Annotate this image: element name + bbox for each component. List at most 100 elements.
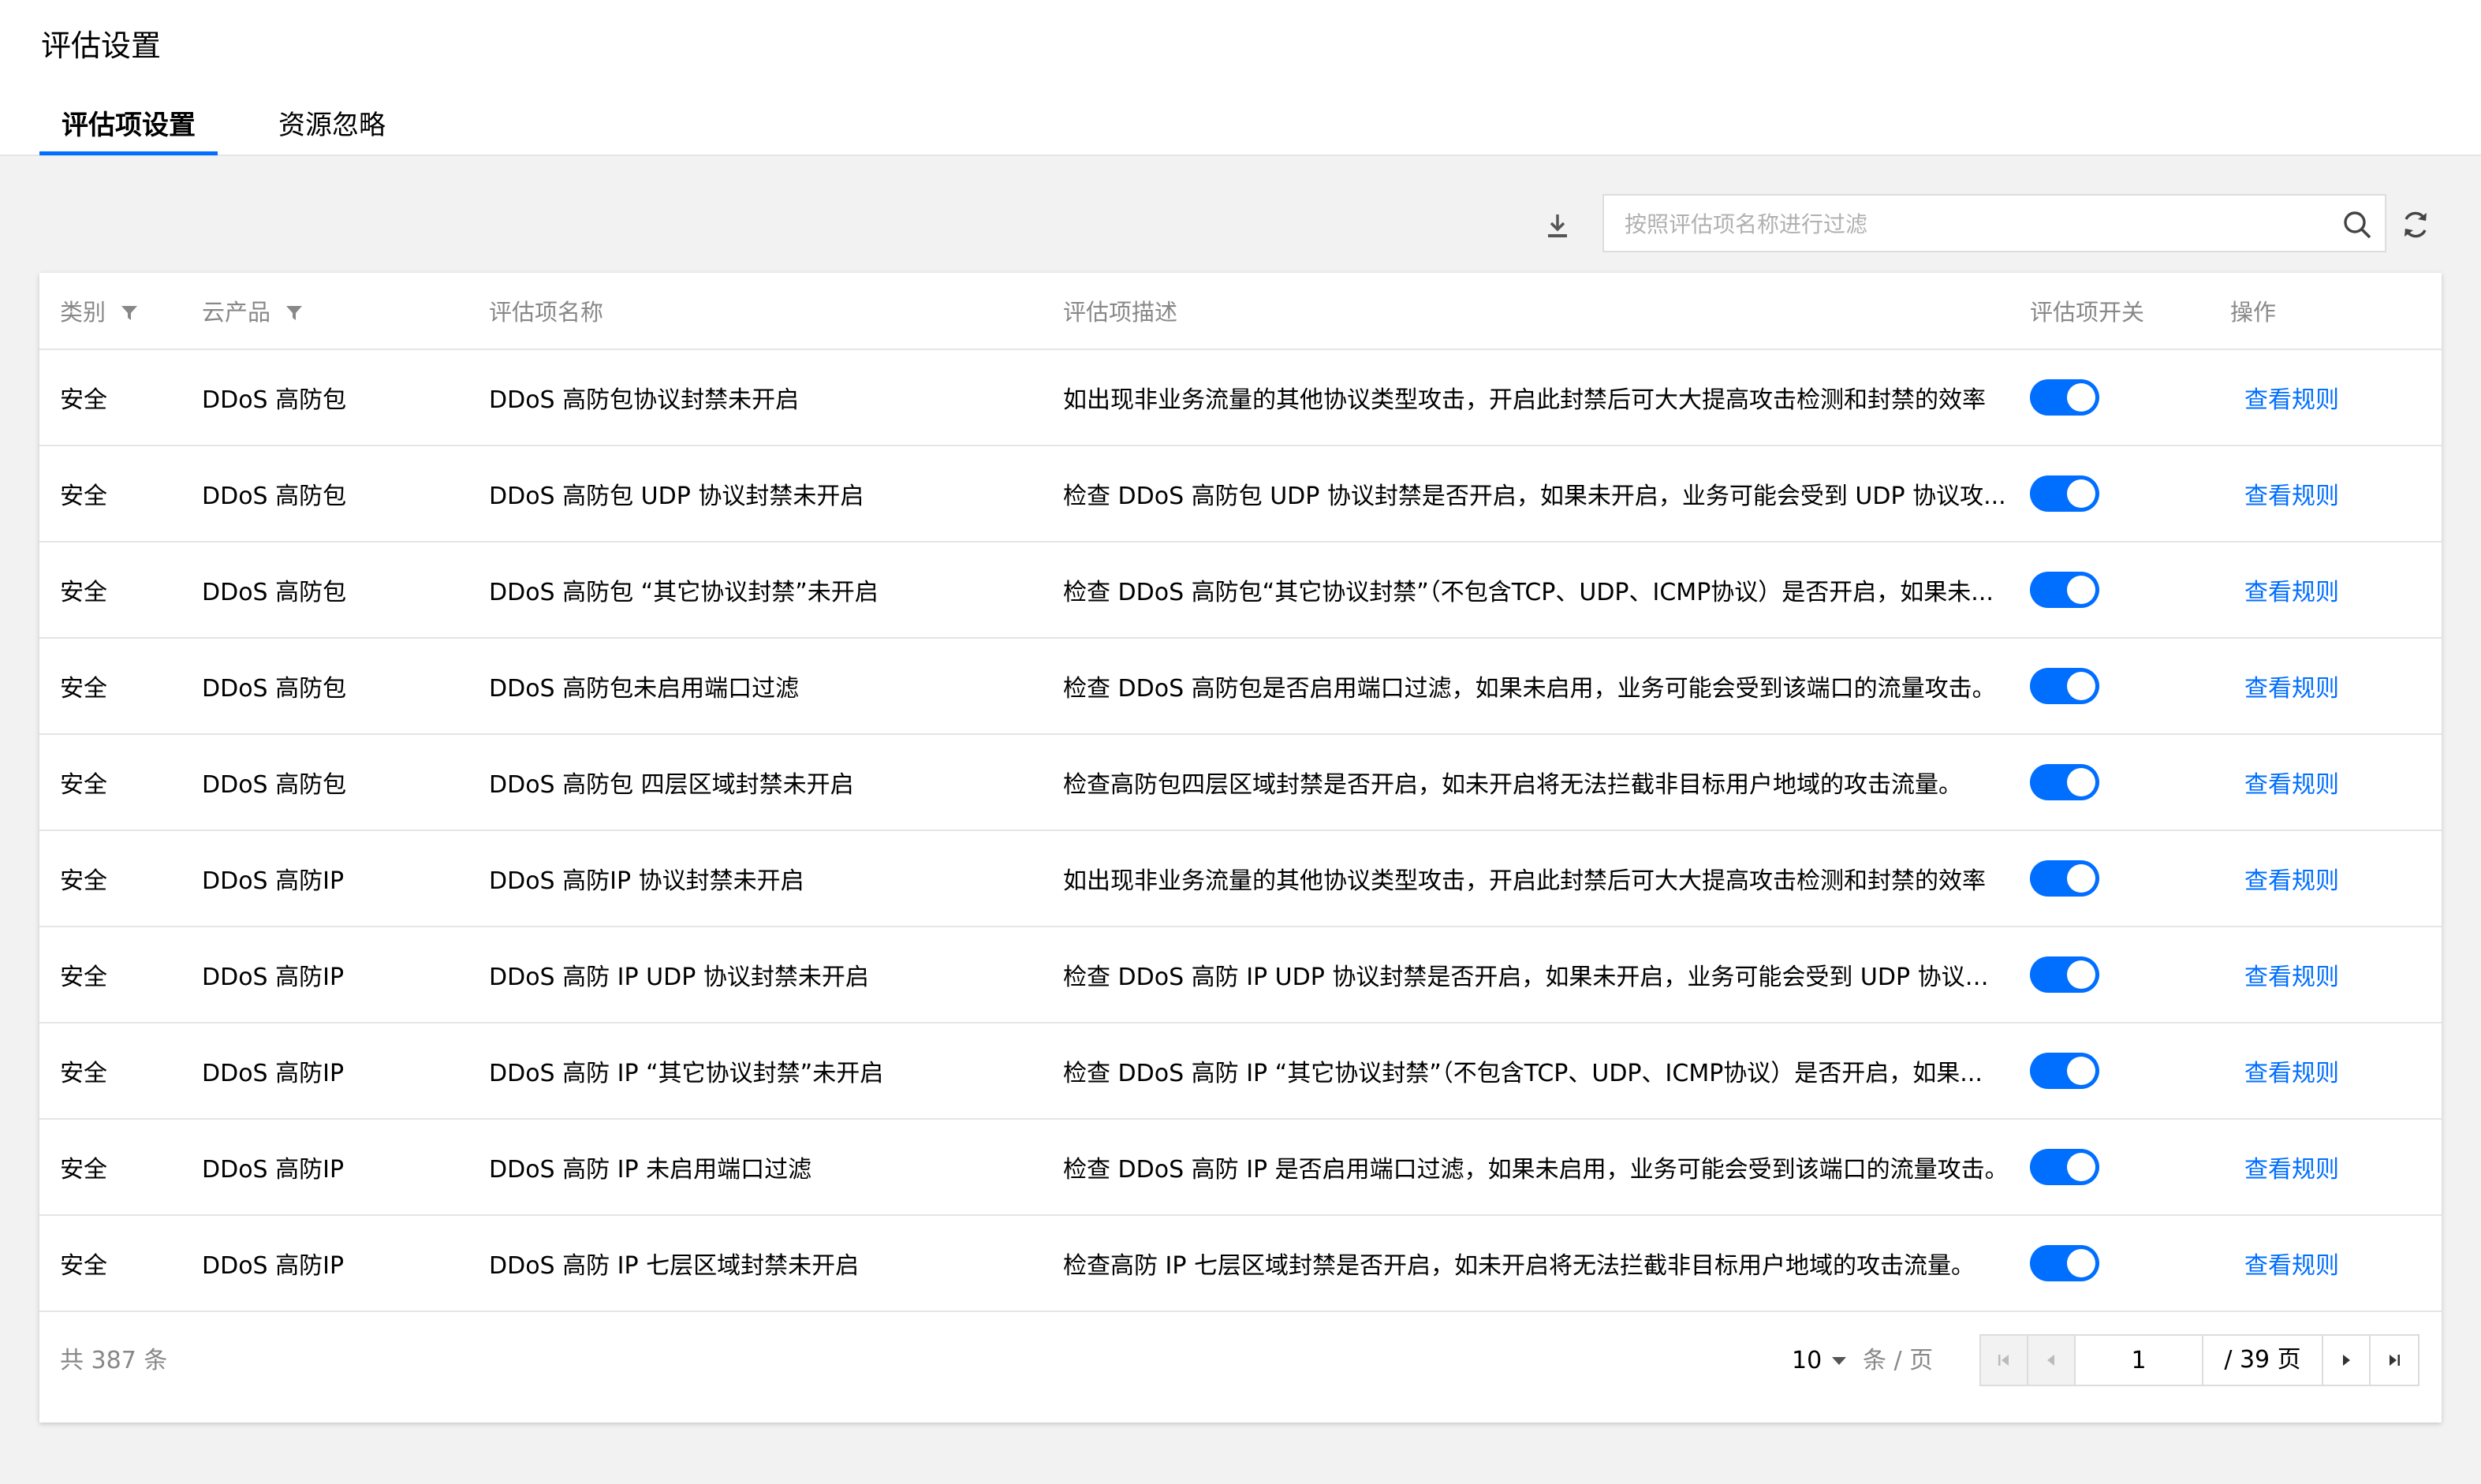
assessment-toggle[interactable] xyxy=(2030,1245,2099,1281)
assessment-toggle[interactable] xyxy=(2030,860,2099,897)
cell-description: 检查 DDoS 高防 IP “其它协议封禁”（不包含TCP、UDP、ICMP协议… xyxy=(1043,1023,2009,1120)
column-header-product[interactable]: 云产品 xyxy=(181,273,468,350)
toggle-knob xyxy=(2067,1249,2095,1277)
assessment-toggle[interactable] xyxy=(2030,1149,2099,1185)
first-page-icon[interactable] xyxy=(1981,1336,2028,1385)
toggle-knob xyxy=(2067,1057,2095,1085)
view-rule-link[interactable]: 查看规则 xyxy=(2244,964,2339,991)
last-page-icon[interactable] xyxy=(2371,1336,2418,1385)
cell-product: DDoS 高防包 xyxy=(181,542,468,639)
table-row: 安全 DDoS 高防包 DDoS 高防包 四层区域封禁未开启 检查高防包四层区域… xyxy=(39,734,2442,831)
cell-action: 查看规则 xyxy=(2210,927,2442,1024)
cell-category: 安全 xyxy=(39,830,181,927)
column-header-description: 评估项描述 xyxy=(1043,273,2009,350)
view-rule-link[interactable]: 查看规则 xyxy=(2244,1156,2339,1184)
page-size-select[interactable]: 10 xyxy=(1792,1314,1847,1408)
toggle-knob xyxy=(2067,960,2095,989)
view-rule-link[interactable]: 查看规则 xyxy=(2244,386,2339,414)
cell-category: 安全 xyxy=(39,446,181,543)
assessment-toggle[interactable] xyxy=(2030,475,2099,512)
filter-icon[interactable] xyxy=(121,300,138,327)
view-rule-link[interactable]: 查看规则 xyxy=(2244,867,2339,895)
prev-page-icon[interactable] xyxy=(2028,1336,2076,1385)
cell-switch xyxy=(2009,927,2210,1024)
cell-name: DDoS 高防 IP 未启用端口过滤 xyxy=(468,1119,1043,1216)
table-row: 安全 DDoS 高防包 DDoS 高防包 UDP 协议封禁未开启 检查 DDoS… xyxy=(39,446,2442,543)
cell-description: 检查高防包四层区域封禁是否开启，如未开启将无法拦截非目标用户地域的攻击流量。 xyxy=(1043,734,2009,831)
view-rule-link[interactable]: 查看规则 xyxy=(2244,675,2339,703)
filter-icon[interactable] xyxy=(285,300,303,327)
search-box xyxy=(1602,194,2386,252)
assessment-toggle[interactable] xyxy=(2030,764,2099,800)
column-header-name: 评估项名称 xyxy=(468,273,1043,350)
page-number-input[interactable] xyxy=(2076,1336,2203,1385)
assessment-toggle[interactable] xyxy=(2030,1053,2099,1089)
tab-assessment-settings[interactable]: 评估项设置 xyxy=(39,106,218,155)
cell-name: DDoS 高防包 UDP 协议封禁未开启 xyxy=(468,446,1043,543)
pagination-bar: 共 387 条 10 条 / 页 / 39 页 xyxy=(39,1314,2442,1408)
search-icon[interactable] xyxy=(2341,208,2374,241)
cell-product: DDoS 高防IP xyxy=(181,830,468,927)
cell-category: 安全 xyxy=(39,927,181,1024)
cell-category: 安全 xyxy=(39,1215,181,1312)
table-row: 安全 DDoS 高防IP DDoS 高防IP 协议封禁未开启 如出现非业务流量的… xyxy=(39,830,2442,927)
table-row: 安全 DDoS 高防包 DDoS 高防包协议封禁未开启 如出现非业务流量的其他协… xyxy=(39,349,2442,446)
cell-switch xyxy=(2009,446,2210,543)
cell-description: 如出现非业务流量的其他协议类型攻击，开启此封禁后可大大提高攻击检测和封禁的效率 xyxy=(1043,349,2009,446)
table-row: 安全 DDoS 高防包 DDoS 高防包 “其它协议封禁”未开启 检查 DDoS… xyxy=(39,542,2442,639)
column-header-label: 类别 xyxy=(60,299,106,326)
cell-product: DDoS 高防IP xyxy=(181,1023,468,1120)
tab-resource-ignore[interactable]: 资源忽略 xyxy=(273,106,391,153)
cell-product: DDoS 高防包 xyxy=(181,349,468,446)
assessment-toggle[interactable] xyxy=(2030,379,2099,416)
cell-name: DDoS 高防包未启用端口过滤 xyxy=(468,638,1043,735)
refresh-icon[interactable] xyxy=(2397,207,2434,243)
view-rule-link[interactable]: 查看规则 xyxy=(2244,1060,2339,1087)
view-rule-link[interactable]: 查看规则 xyxy=(2244,1252,2339,1280)
assessment-table-card: 类别 云产品 评估项名称 评估项描述 评估项开关 操作 安全 DDoS 高防包 … xyxy=(39,273,2442,1422)
cell-name: DDoS 高防包 四层区域封禁未开启 xyxy=(468,734,1043,831)
cell-switch xyxy=(2009,830,2210,927)
search-input[interactable] xyxy=(1623,205,2320,243)
cell-switch xyxy=(2009,734,2210,831)
cell-description: 检查高防 IP 七层区域封禁是否开启，如未开启将无法拦截非目标用户地域的攻击流量… xyxy=(1043,1215,2009,1312)
cell-category: 安全 xyxy=(39,1119,181,1216)
cell-action: 查看规则 xyxy=(2210,638,2442,735)
page-header: 评估设置 评估项设置 资源忽略 xyxy=(0,0,2481,156)
cell-action: 查看规则 xyxy=(2210,1119,2442,1216)
assessment-toggle[interactable] xyxy=(2030,956,2099,993)
toolbar xyxy=(0,194,2481,255)
assessment-table: 类别 云产品 评估项名称 评估项描述 评估项开关 操作 安全 DDoS 高防包 … xyxy=(39,273,2442,1312)
cell-description: 检查 DDoS 高防 IP 是否启用端口过滤，如果未启用，业务可能会受到该端口的… xyxy=(1043,1119,2009,1216)
assessment-toggle[interactable] xyxy=(2030,572,2099,608)
cell-action: 查看规则 xyxy=(2210,1215,2442,1312)
cell-action: 查看规则 xyxy=(2210,1023,2442,1120)
cell-name: DDoS 高防 IP UDP 协议封禁未开启 xyxy=(468,927,1043,1024)
cell-category: 安全 xyxy=(39,349,181,446)
cell-category: 安全 xyxy=(39,638,181,735)
cell-product: DDoS 高防包 xyxy=(181,734,468,831)
view-rule-link[interactable]: 查看规则 xyxy=(2244,579,2339,606)
table-row: 安全 DDoS 高防IP DDoS 高防 IP “其它协议封禁”未开启 检查 D… xyxy=(39,1023,2442,1120)
cell-description: 检查 DDoS 高防 IP UDP 协议封禁是否开启，如果未开启，业务可能会受到… xyxy=(1043,927,2009,1024)
column-header-category[interactable]: 类别 xyxy=(39,273,181,350)
next-page-icon[interactable] xyxy=(2323,1336,2371,1385)
cell-product: DDoS 高防包 xyxy=(181,446,468,543)
cell-name: DDoS 高防包 “其它协议封禁”未开启 xyxy=(468,542,1043,639)
total-count: 共 387 条 xyxy=(60,1347,168,1374)
view-rule-link[interactable]: 查看规则 xyxy=(2244,771,2339,799)
cell-switch xyxy=(2009,638,2210,735)
cell-name: DDoS 高防包协议封禁未开启 xyxy=(468,349,1043,446)
cell-action: 查看规则 xyxy=(2210,349,2442,446)
cell-category: 安全 xyxy=(39,1023,181,1120)
page-size-value: 10 xyxy=(1792,1347,1823,1374)
download-icon[interactable] xyxy=(1538,207,1577,246)
view-rule-link[interactable]: 查看规则 xyxy=(2244,483,2339,510)
table-body: 安全 DDoS 高防包 DDoS 高防包协议封禁未开启 如出现非业务流量的其他协… xyxy=(39,349,2442,1312)
cell-action: 查看规则 xyxy=(2210,446,2442,543)
table-header-row: 类别 云产品 评估项名称 评估项描述 评估项开关 操作 xyxy=(39,273,2442,350)
assessment-toggle[interactable] xyxy=(2030,668,2099,704)
cell-description: 检查 DDoS 高防包“其它协议封禁”（不包含TCP、UDP、ICMP协议）是否… xyxy=(1043,542,2009,639)
page-size-unit: 条 / 页 xyxy=(1863,1347,1934,1374)
cell-name: DDoS 高防 IP “其它协议封禁”未开启 xyxy=(468,1023,1043,1120)
